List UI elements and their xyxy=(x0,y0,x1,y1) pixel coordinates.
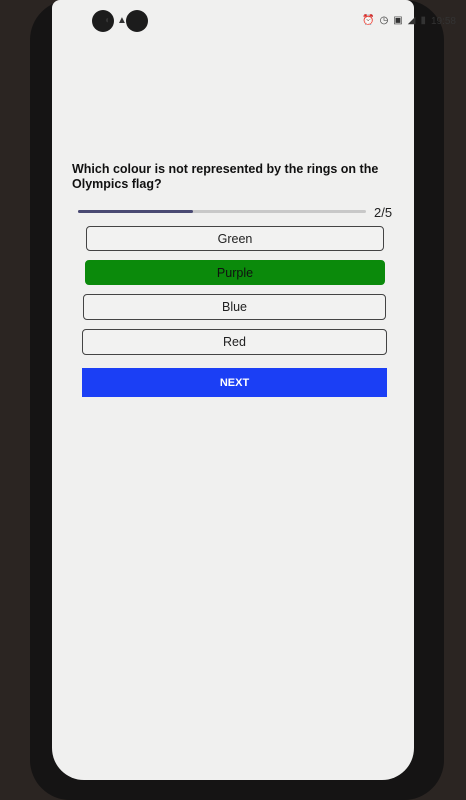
progress-fill xyxy=(78,210,194,213)
question-text: Which colour is not represented by the r… xyxy=(72,162,379,191)
battery-icon: ▮ xyxy=(420,15,426,26)
nfc-icon: ▣ xyxy=(393,15,403,26)
timer-icon: ◷ xyxy=(379,15,389,26)
progress-counter: 2/5 xyxy=(374,205,393,220)
warning-icon: ▲ xyxy=(117,15,127,26)
answer-option-green[interactable]: Green xyxy=(86,226,384,251)
next-button[interactable]: NEXT xyxy=(82,368,387,397)
weather-icon: ◐ xyxy=(105,15,112,26)
answer-option-blue[interactable]: Blue xyxy=(83,294,386,320)
progress-bar xyxy=(78,210,366,213)
alarm-icon: ⏰ xyxy=(362,15,375,26)
answer-option-purple[interactable]: Purple xyxy=(85,260,385,285)
signal-icon: ◢ xyxy=(407,15,416,26)
status-time: 19:58 xyxy=(430,15,456,27)
status-bar: ◐ ▲ ⏰ ◷ ▣ ◢ ▮ 19:58 xyxy=(105,12,456,30)
answer-option-red[interactable]: Red xyxy=(82,329,387,355)
